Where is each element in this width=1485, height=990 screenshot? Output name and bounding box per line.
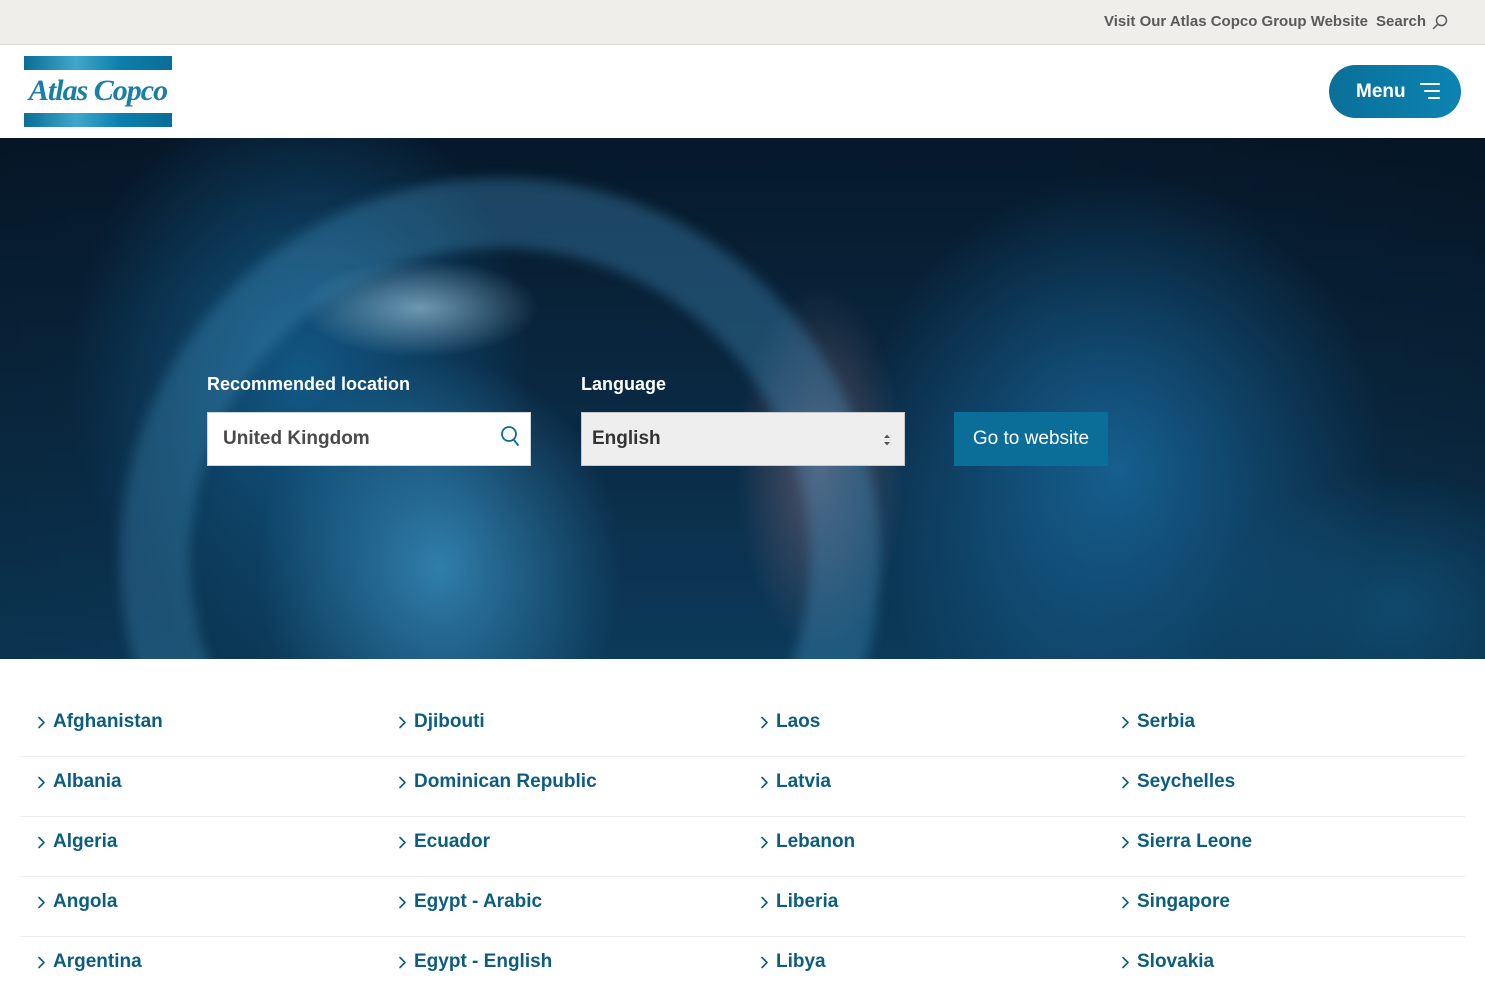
country-link[interactable]: Seychelles — [1121, 771, 1235, 793]
utility-bar: Visit Our Atlas Copco Group Website Sear… — [0, 0, 1485, 45]
chevron-right-icon — [1122, 896, 1129, 908]
country-link[interactable]: Angola — [37, 891, 117, 913]
country-name: Laos — [776, 711, 821, 732]
chevron-right-icon — [399, 956, 406, 968]
country-name: Angola — [53, 891, 118, 912]
country-link[interactable]: Egypt - Arabic — [398, 891, 542, 913]
country-link[interactable]: Egypt - English — [398, 951, 552, 973]
country-name: Dominican Republic — [414, 771, 597, 792]
country-name: Singapore — [1137, 891, 1230, 912]
location-search-field[interactable] — [207, 412, 531, 466]
country-link[interactable]: Serbia — [1121, 711, 1195, 733]
country-name: Argentina — [53, 951, 142, 972]
location-label: Recommended location — [207, 374, 411, 394]
logo-wordmark: Atlas Copco — [28, 74, 168, 107]
search-icon — [1432, 14, 1448, 29]
country-link[interactable]: Slovakia — [1121, 951, 1214, 973]
country-link[interactable]: Libya — [760, 951, 826, 973]
country-name: Latvia — [776, 771, 831, 792]
chevron-right-icon — [38, 716, 45, 728]
country-link[interactable]: Albania — [37, 771, 122, 793]
group-website-link[interactable]: Visit Our Atlas Copco Group Website — [1104, 13, 1368, 30]
site-header: Atlas Copco Menu — [0, 45, 1485, 138]
country-name: Afghanistan — [53, 711, 163, 732]
hero-banner: Recommended location Language English Go… — [0, 138, 1485, 659]
country-link[interactable]: Dominican Republic — [398, 771, 597, 793]
country-link[interactable]: Liberia — [760, 891, 838, 913]
country-row: Algeria Ecuador Lebanon Sierra Leone — [20, 817, 1465, 877]
atlas-copco-logo[interactable]: Atlas Copco — [24, 56, 172, 127]
country-link[interactable]: Singapore — [1121, 891, 1230, 913]
chevron-right-icon — [1122, 716, 1129, 728]
chevron-right-icon — [399, 896, 406, 908]
country-link[interactable]: Argentina — [37, 951, 142, 973]
go-to-website-button[interactable]: Go to website — [954, 412, 1108, 466]
chevron-right-icon — [1122, 776, 1129, 788]
logo-band-bottom — [24, 113, 172, 127]
menu-button[interactable]: Menu — [1329, 65, 1461, 118]
topbar-search-button[interactable]: Search — [1376, 13, 1448, 30]
country-row: Afghanistan Djibouti Laos Serbia — [20, 697, 1465, 757]
chevron-right-icon — [761, 716, 768, 728]
country-link[interactable]: Lebanon — [760, 831, 855, 853]
country-name: Lebanon — [776, 831, 856, 852]
chevron-right-icon — [399, 836, 406, 848]
chevron-right-icon — [761, 896, 768, 908]
country-name: Egypt - English — [414, 951, 553, 972]
country-link[interactable]: Djibouti — [398, 711, 485, 733]
country-name: Seychelles — [1137, 771, 1236, 792]
country-name: Ecuador — [414, 831, 491, 852]
country-row: Argentina Egypt - English Libya Slovakia — [20, 937, 1465, 990]
chevron-right-icon — [761, 776, 768, 788]
country-row: Angola Egypt - Arabic Liberia Singapore — [20, 877, 1465, 937]
language-select[interactable]: English — [581, 412, 905, 466]
country-name: Djibouti — [414, 711, 485, 732]
logo-band-top — [24, 56, 172, 70]
country-name: Slovakia — [1137, 951, 1215, 972]
language-selected-value: English — [592, 428, 661, 449]
country-link[interactable]: Afghanistan — [37, 711, 163, 733]
country-name: Algeria — [53, 831, 118, 852]
chevron-right-icon — [761, 836, 768, 848]
country-name: Libya — [776, 951, 826, 972]
chevron-right-icon — [38, 836, 45, 848]
search-icon[interactable] — [498, 425, 520, 449]
country-link[interactable]: Laos — [760, 711, 820, 733]
chevron-right-icon — [761, 956, 768, 968]
chevron-right-icon — [38, 956, 45, 968]
country-link[interactable]: Sierra Leone — [1121, 831, 1252, 853]
country-name: Albania — [53, 771, 122, 792]
country-name: Liberia — [776, 891, 839, 912]
country-row: Albania Dominican Republic Latvia Seychelle… — [20, 757, 1465, 817]
country-name: Egypt - Arabic — [414, 891, 543, 912]
chevron-right-icon — [38, 776, 45, 788]
chevron-right-icon — [399, 716, 406, 728]
select-arrows-icon — [884, 434, 890, 446]
topbar-search-label: Search — [1376, 13, 1427, 30]
language-label: Language — [581, 374, 667, 394]
country-list: Afghanistan Djibouti Laos Serbia Albania Domi… — [20, 697, 1465, 990]
country-name: Sierra Leone — [1137, 831, 1253, 852]
country-link[interactable]: Latvia — [760, 771, 831, 793]
country-link[interactable]: Algeria — [37, 831, 117, 853]
chevron-right-icon — [1122, 836, 1129, 848]
location-input[interactable] — [223, 413, 493, 465]
chevron-right-icon — [38, 896, 45, 908]
country-link[interactable]: Ecuador — [398, 831, 490, 853]
country-name: Serbia — [1137, 711, 1196, 732]
chevron-right-icon — [399, 776, 406, 788]
menu-label: Menu — [1356, 80, 1406, 102]
hamburger-icon — [1420, 83, 1440, 100]
chevron-right-icon — [1122, 956, 1129, 968]
